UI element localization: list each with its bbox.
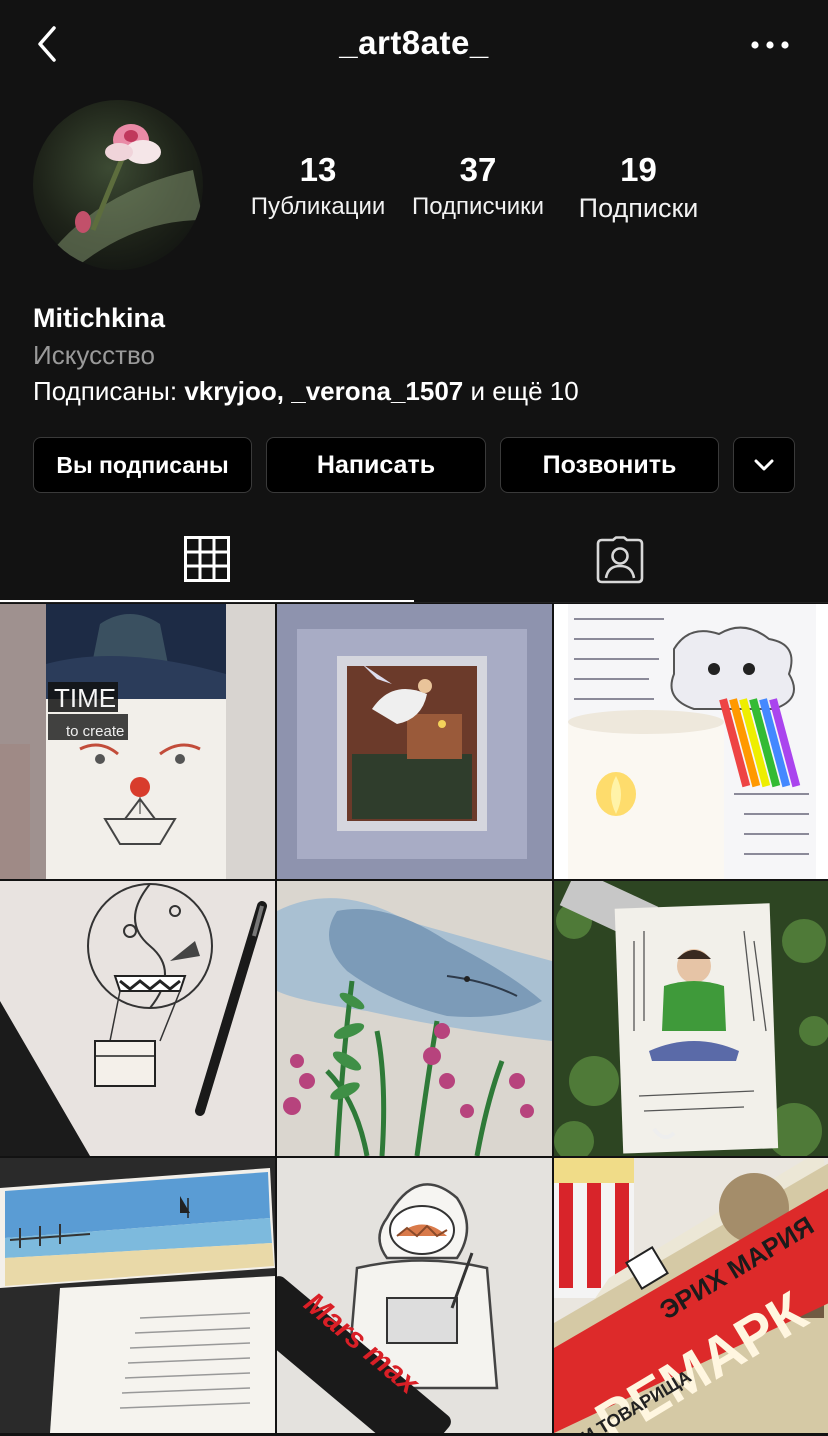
followers-count[interactable]: 37 Подписчики: [403, 150, 553, 221]
post-thumbnail[interactable]: [554, 881, 828, 1156]
followed-by-suffix: и ещё 10: [463, 376, 579, 406]
post-thumbnail[interactable]: ЭРИХ МАРИЯ РЕМАРК ТРИ ТОВАРИЩА: [554, 1158, 828, 1433]
post-thumbnail[interactable]: [277, 604, 552, 879]
post-thumbnail[interactable]: [277, 881, 552, 1156]
chevron-down-icon: [754, 459, 774, 471]
tab-posts-grid[interactable]: [0, 530, 414, 602]
post-thumbnail[interactable]: TIME to create: [0, 604, 275, 879]
more-options-button[interactable]: [748, 30, 792, 60]
post-thumbnail[interactable]: [0, 881, 275, 1156]
suggestions-dropdown-button[interactable]: [733, 437, 795, 493]
followers-count-value: 37: [459, 151, 497, 188]
tabs-divider: [0, 602, 828, 603]
profile-username: _art8ate_: [339, 24, 489, 61]
profile-category: Искусство: [33, 340, 155, 370]
top-bar: _art8ate_: [0, 0, 828, 92]
profile-name: Mitichkina: [33, 303, 166, 333]
message-button[interactable]: Написать: [266, 437, 486, 493]
posts-count-value: 13: [299, 151, 337, 188]
call-button[interactable]: Позвонить: [500, 437, 719, 493]
post-thumbnail[interactable]: Mars max: [277, 1158, 552, 1433]
post-caption-line2: to create: [66, 723, 124, 740]
followed-by-prefix: Подписаны:: [33, 376, 185, 406]
followers-count-label: Подписчики: [411, 193, 545, 220]
grid-icon: [184, 536, 230, 582]
post-caption-line1: TIME: [54, 683, 116, 713]
tab-tagged[interactable]: [414, 530, 828, 602]
posts-count[interactable]: 13 Публикации: [244, 150, 392, 221]
following-count-label: Подписки: [578, 193, 699, 223]
following-count[interactable]: 19 Подписки: [566, 150, 711, 224]
posts-count-label: Публикации: [250, 193, 386, 220]
post-thumbnail[interactable]: [554, 604, 828, 879]
tagged-person-icon: [596, 536, 644, 584]
following-count-value: 19: [620, 151, 657, 188]
avatar[interactable]: [33, 100, 203, 270]
ellipsis-icon: [751, 41, 789, 49]
post-thumbnail[interactable]: [0, 1158, 275, 1433]
followed-by[interactable]: Подписаны: vkryjoo, _verona_1507 и ещё 1…: [33, 376, 579, 407]
followed-by-names: vkryjoo, _verona_1507: [184, 376, 464, 406]
following-button[interactable]: Вы подписаны: [33, 437, 252, 493]
